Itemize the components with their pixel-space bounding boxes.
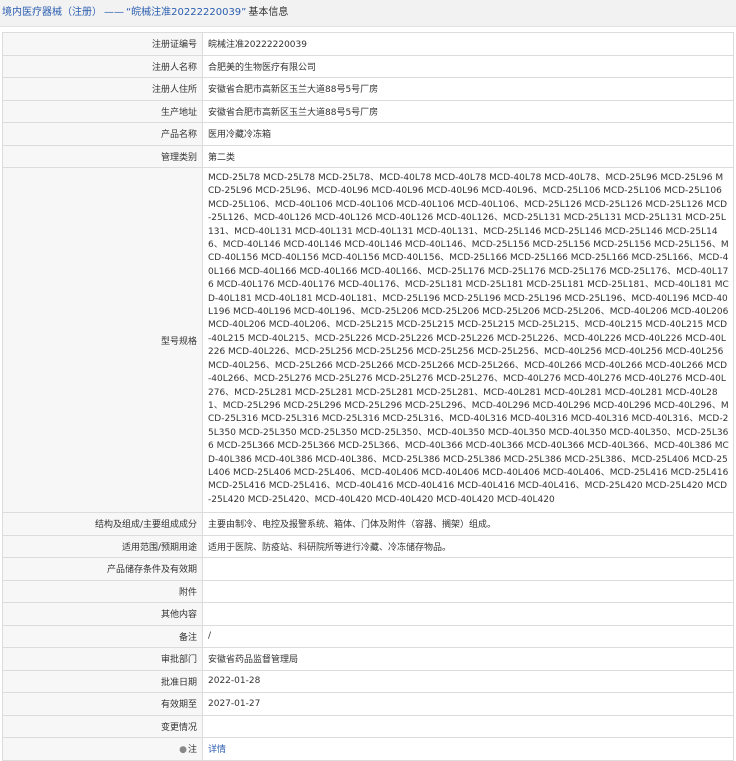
table-row: 其他内容 — [2, 602, 734, 626]
field-value — [202, 557, 734, 581]
field-value — [202, 602, 734, 626]
field-label: 生产地址 — [2, 99, 203, 123]
note-label-cell: ●注 — [2, 737, 203, 761]
header-registration-number: “皖械注准20222220039” — [126, 7, 247, 18]
field-value: / — [202, 624, 734, 649]
table-row: 型号规格 MCD-25L78 MCD-25L78 MCD-25L78、MCD-4… — [2, 166, 734, 514]
field-label: 产品储存条件及有效期 — [2, 557, 203, 581]
header-separator: —— — [104, 7, 124, 18]
field-label: 有效期至 — [2, 692, 203, 716]
note-label: 注 — [187, 745, 197, 756]
table-row: 生产地址 安徽省合肥市高新区玉兰大道88号5号厂房 — [2, 99, 734, 123]
table-row: ●注 详情 — [2, 737, 734, 761]
field-value: 第二类 — [202, 144, 734, 168]
field-value: 皖械注准20222220039 — [202, 32, 734, 56]
field-label: 注册人住所 — [2, 77, 203, 101]
header-prefix: 境内医疗器械（注册） — [2, 7, 102, 18]
field-value: 安徽省药品监督管理局 — [202, 647, 734, 671]
table-row: 附件 — [2, 579, 734, 604]
field-value: 2027-01-27 — [202, 692, 734, 716]
table-row: 产品名称 医用冷藏冷冻箱 — [2, 122, 734, 146]
table-row: 审批部门 安徽省药品监督管理局 — [2, 647, 734, 671]
table-row: 备注 / — [2, 624, 734, 649]
table-row: 注册人名称 合肥美的生物医疗有限公司 — [2, 54, 734, 78]
table-row: 管理类别 第二类 — [2, 144, 734, 168]
info-table: 注册证编号 皖械注准20222220039 注册人名称 合肥美的生物医疗有限公司… — [2, 32, 734, 761]
page-header: 境内医疗器械（注册） —— “皖械注准20222220039” 基本信息 — [0, 0, 736, 27]
field-label: 审批部门 — [2, 647, 203, 671]
details-link[interactable]: 详情 — [208, 745, 226, 755]
field-label: 型号规格 — [2, 166, 203, 514]
field-value: 2022-01-28 — [202, 669, 734, 694]
field-value: 适用于医院、防疫站、科研院所等进行冷藏、冷冻储存物品。 — [202, 534, 734, 559]
field-label: 变更情况 — [2, 714, 203, 739]
field-label: 批准日期 — [2, 669, 203, 694]
field-label: 注册人名称 — [2, 54, 203, 78]
table-row: 有效期至 2027-01-27 — [2, 692, 734, 716]
table-row: 批准日期 2022-01-28 — [2, 669, 734, 694]
field-value — [202, 579, 734, 604]
field-value: 医用冷藏冷冻箱 — [202, 122, 734, 146]
field-value: 安徽省合肥市高新区玉兰大道88号5号厂房 — [202, 99, 734, 123]
field-label: 其他内容 — [2, 602, 203, 626]
field-label: 结构及组成/主要组成成分 — [2, 512, 203, 536]
field-label: 注册证编号 — [2, 32, 203, 56]
table-row: 结构及组成/主要组成成分 主要由制冷、电控及报警系统、箱体、门体及附件（容器、搁… — [2, 512, 734, 536]
field-value — [202, 714, 734, 739]
table-row: 产品储存条件及有效期 — [2, 557, 734, 581]
field-label: 适用范围/预期用途 — [2, 534, 203, 559]
table-row: 变更情况 — [2, 714, 734, 739]
lightbulb-icon: ● — [179, 745, 187, 756]
field-value: 合肥美的生物医疗有限公司 — [202, 54, 734, 78]
field-label: 管理类别 — [2, 144, 203, 168]
note-value-cell: 详情 — [202, 737, 734, 761]
field-value: 安徽省合肥市高新区玉兰大道88号5号厂房 — [202, 77, 734, 101]
field-label: 产品名称 — [2, 122, 203, 146]
field-label: 附件 — [2, 579, 203, 604]
table-row: 适用范围/预期用途 适用于医院、防疫站、科研院所等进行冷藏、冷冻储存物品。 — [2, 534, 734, 559]
table-row: 注册人住所 安徽省合肥市高新区玉兰大道88号5号厂房 — [2, 77, 734, 101]
field-value: 主要由制冷、电控及报警系统、箱体、门体及附件（容器、搁架）组成。 — [202, 512, 734, 536]
table-row: 注册证编号 皖械注准20222220039 — [2, 32, 734, 56]
model-spec-list: MCD-25L78 MCD-25L78 MCD-25L78、MCD-40L78 … — [202, 166, 734, 514]
header-suffix: 基本信息 — [248, 7, 289, 18]
field-label: 备注 — [2, 624, 203, 649]
